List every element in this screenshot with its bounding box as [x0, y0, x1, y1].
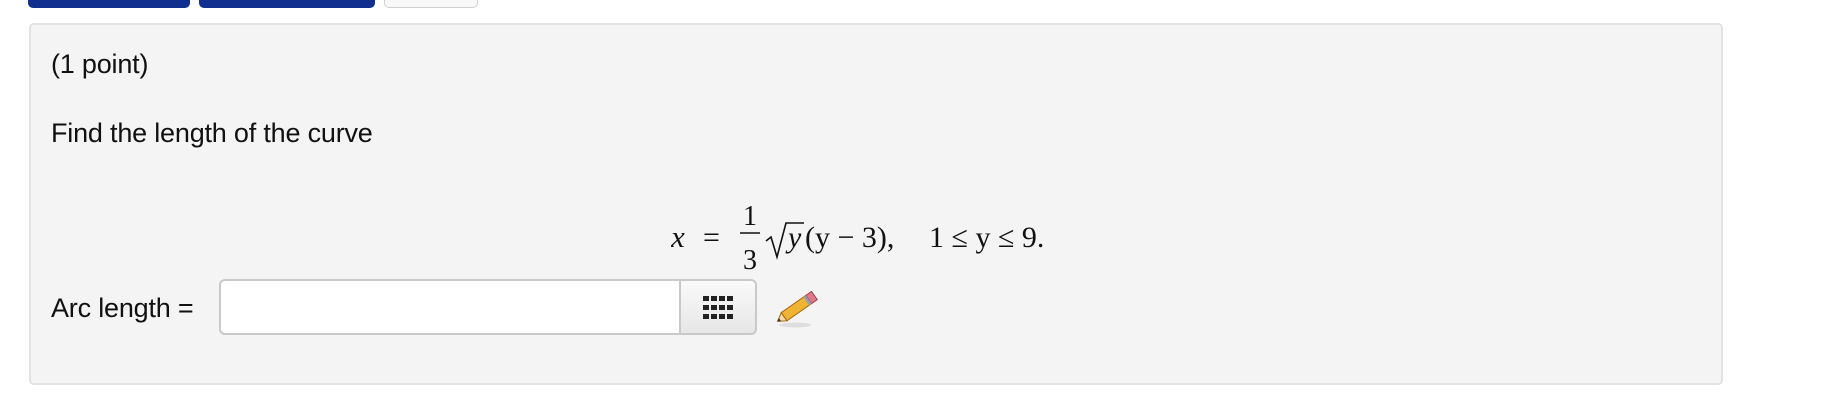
matrix-entry-button[interactable]: [679, 279, 757, 335]
pencil-svg: [776, 290, 818, 328]
formula-svg: x = 1 3 y (y − 3), 1 ≤ y ≤ 9.: [670, 201, 1044, 276]
tab-default[interactable]: [384, 0, 478, 8]
curve-formula: x = 1 3 y (y − 3), 1 ≤ y ≤ 9.: [670, 175, 1131, 285]
tab-primary-1[interactable]: [28, 0, 190, 8]
formula-fraction-denominator: 3: [743, 245, 757, 276]
tab-primary-2[interactable]: [199, 0, 375, 8]
pencil-icon[interactable]: [773, 285, 823, 329]
formula-radicand: y: [785, 221, 802, 254]
grid-icon: [703, 296, 733, 319]
arc-length-input[interactable]: [219, 279, 681, 335]
problem-points: (1 point): [51, 49, 149, 79]
problem-panel: (1 point) Find the length of the curve x…: [29, 23, 1723, 385]
answer-label: Arc length =: [51, 293, 194, 323]
formula-range: 1 ≤ y ≤ 9.: [929, 221, 1044, 254]
problem-prompt: Find the length of the curve: [51, 118, 373, 148]
formula-lhs: x: [671, 219, 685, 254]
formula-factor: (y − 3),: [805, 221, 894, 254]
formula-fraction-numerator: 1: [743, 201, 757, 232]
formula-equals: =: [703, 221, 720, 254]
